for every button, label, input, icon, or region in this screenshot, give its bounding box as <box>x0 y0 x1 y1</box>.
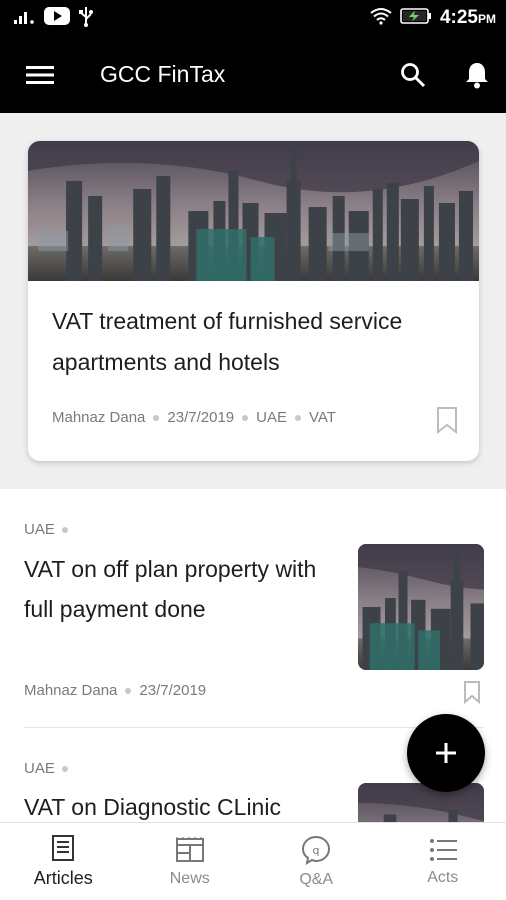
article-date: 23/7/2019 <box>139 682 207 699</box>
article-title: VAT on off plan property with full payme… <box>24 556 317 622</box>
menu-icon <box>26 65 54 84</box>
menu-button[interactable] <box>18 53 62 97</box>
nav-item-articles[interactable]: Articles <box>0 823 127 900</box>
article-thumbnail <box>358 544 484 670</box>
nav-item-qa[interactable]: q Q&A <box>253 823 380 900</box>
app-bar: GCC FinTax <box>0 36 506 113</box>
featured-article-card[interactable]: VAT treatment of furnished service apart… <box>28 141 479 461</box>
meta-dot <box>242 414 249 421</box>
search-button[interactable] <box>391 53 435 97</box>
article-meta: Mahnaz Dana 23/7/2019 <box>24 682 206 699</box>
featured-section: VAT treatment of furnished service apart… <box>0 113 506 489</box>
signal-icon <box>14 8 36 28</box>
nav-label: Articles <box>33 868 93 888</box>
nav-item-acts[interactable]: Acts <box>380 823 506 900</box>
featured-image <box>28 141 479 281</box>
article-tag[interactable]: UAE <box>24 760 55 777</box>
meta-dot <box>61 765 68 772</box>
status-time: 4:25PM <box>439 7 496 28</box>
featured-meta: Mahnaz Dana 23/7/2019 UAE VAT <box>52 409 336 426</box>
nav-label: News <box>169 869 210 887</box>
bookmark-icon <box>464 681 480 705</box>
featured-author: Mahnaz Dana <box>52 409 146 426</box>
article-tag-row: UAE <box>24 521 68 538</box>
acts-list-icon <box>429 838 457 861</box>
bell-icon <box>466 62 488 88</box>
status-bar: 4:25PM <box>0 0 506 36</box>
meta-dot <box>125 687 132 694</box>
article-tag-row: UAE <box>24 760 68 777</box>
list-item[interactable]: UAE VAT on off plan property with full p… <box>0 489 506 727</box>
search-icon <box>401 62 426 87</box>
news-icon <box>175 836 204 862</box>
bookmark-button[interactable] <box>462 680 482 705</box>
qa-icon: q <box>302 835 331 865</box>
notifications-button[interactable] <box>455 53 499 97</box>
nav-item-news[interactable]: News <box>127 823 254 900</box>
nav-label: Q&A <box>299 870 334 888</box>
plus-icon <box>436 743 456 763</box>
youtube-icon <box>44 7 70 29</box>
nav-label: Acts <box>427 868 459 886</box>
app-title: GCC FinTax <box>100 61 226 87</box>
meta-dot <box>153 414 160 421</box>
bookmark-icon <box>437 407 457 435</box>
wifi-icon <box>370 7 392 29</box>
usb-icon <box>78 5 94 31</box>
article-tag[interactable]: UAE <box>24 521 55 538</box>
articles-icon <box>52 835 75 861</box>
bookmark-button[interactable] <box>435 406 459 435</box>
meta-dot <box>61 526 68 533</box>
status-left <box>14 5 94 31</box>
svg-text:q: q <box>313 844 320 857</box>
meta-dot <box>294 414 301 421</box>
article-thumbnail <box>358 783 484 822</box>
article-author: Mahnaz Dana <box>24 682 118 699</box>
battery-charging-icon <box>400 8 432 28</box>
featured-title: VAT treatment of furnished service apart… <box>52 308 403 375</box>
featured-tag[interactable]: UAE <box>256 409 287 426</box>
bottom-nav: Articles News q Q&A Acts <box>0 822 506 900</box>
add-fab-button[interactable] <box>407 714 485 792</box>
featured-tag[interactable]: VAT <box>309 409 336 426</box>
status-right: 4:25PM <box>370 7 496 29</box>
featured-date: 23/7/2019 <box>167 409 235 426</box>
article-title: VAT on Diagnostic CLinic <box>24 794 281 820</box>
